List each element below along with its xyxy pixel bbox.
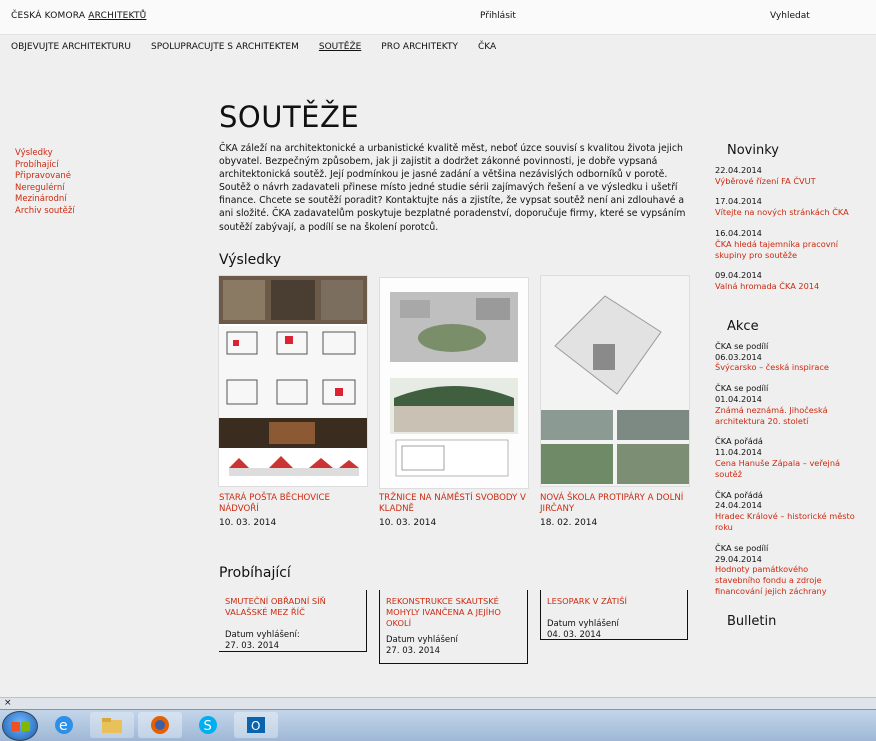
result-thumbnail-2[interactable] bbox=[379, 277, 529, 489]
nav-cka[interactable]: ČKA bbox=[478, 42, 496, 52]
event-item: ČKA se podílí 06.03.2014 Švýcarsko – čes… bbox=[715, 341, 855, 373]
section-nav-neregulerni[interactable]: Neregulérní bbox=[15, 183, 75, 195]
top-bar: ČESKÁ KOMORA ARCHITEKTŮ Přihlásit Vyhled… bbox=[0, 0, 876, 35]
svg-text:e: e bbox=[59, 718, 68, 734]
news-link[interactable]: Vítejte na nových stránkách ČKA bbox=[715, 207, 855, 218]
ongoing-heading: Probíhající bbox=[219, 565, 291, 581]
event-link[interactable]: Cena Hanuše Zápala – veřejná soutěž bbox=[715, 458, 855, 480]
event-type: ČKA se podílí bbox=[715, 542, 769, 553]
ongoing-card-2[interactable]: REKONSTRUKCE SKAUTSKÉ MOHYLY IVANČENA A … bbox=[379, 590, 528, 664]
event-item: ČKA pořádá 24.04.2014 Hradec Králové – h… bbox=[715, 490, 855, 533]
events-heading: Akce bbox=[727, 318, 759, 334]
section-nav-archiv[interactable]: Archiv soutěží bbox=[15, 206, 75, 218]
ongoing-title-2[interactable]: REKONSTRUKCE SKAUTSKÉ MOHYLY IVANČENA A … bbox=[386, 596, 519, 629]
event-link[interactable]: Švýcarsko – česká inspirace bbox=[715, 362, 855, 373]
svg-text:O: O bbox=[251, 719, 260, 733]
ongoing-label-3: Datum vyhlášení bbox=[547, 619, 619, 629]
result-thumbnail-1[interactable] bbox=[218, 275, 368, 487]
right-sidebar: Novinky 22.04.2014 Výběrové řízení FA ČV… bbox=[715, 140, 855, 636]
main-nav: OBJEVUJTE ARCHITEKTURU SPOLUPRACUJTE S A… bbox=[11, 42, 496, 52]
news-date: 16.04.2014 bbox=[715, 227, 762, 238]
ongoing-label-1: Datum vyhlášení: bbox=[225, 630, 300, 640]
news-link[interactable]: Výběrové řízení FA ČVUT bbox=[715, 176, 855, 187]
svg-text:S: S bbox=[204, 719, 212, 734]
section-nav: Výsledky Probíhající Připravované Neregu… bbox=[15, 148, 75, 218]
windows-start-icon[interactable] bbox=[2, 711, 38, 741]
event-link[interactable]: Hradec Králové – historické město roku bbox=[715, 511, 855, 533]
skype-icon[interactable]: S bbox=[186, 712, 230, 738]
event-item: ČKA pořádá 11.04.2014 Cena Hanuše Zápala… bbox=[715, 436, 855, 479]
event-link[interactable]: Hodnoty památkového stavebního fondu a z… bbox=[715, 564, 855, 596]
section-nav-probihajici[interactable]: Probíhající bbox=[15, 160, 75, 172]
ongoing-date-3: 04. 03. 2014 bbox=[547, 630, 602, 640]
section-nav-mezinarodni[interactable]: Mezinárodní bbox=[15, 194, 75, 206]
news-date: 09.04.2014 bbox=[715, 270, 762, 281]
result-title-1[interactable]: STARÁ POŠTA BĚCHOVICE NÁDVOŘÍ bbox=[219, 493, 369, 515]
intro-paragraph: ČKA záleží na architektonické a urbanist… bbox=[219, 143, 686, 233]
site-logo[interactable]: ČESKÁ KOMORA ARCHITEKTŮ bbox=[11, 11, 146, 21]
ongoing-card-3[interactable]: LESOPARK V ZÁTIŠÍ Datum vyhlášení 04. 03… bbox=[540, 590, 688, 640]
result-title-2[interactable]: TRŽNICE NA NÁMĚSTÍ SVOBODY V KLADNĚ bbox=[379, 493, 529, 515]
result-title-3[interactable]: NOVÁ ŠKOLA PROTIPÁRY A DOLNÍ JIRČANY bbox=[540, 493, 690, 515]
event-type: ČKA pořádá bbox=[715, 436, 763, 447]
news-item: 17.04.2014 Vítejte na nových stránkách Č… bbox=[715, 196, 855, 218]
event-date: 01.04.2014 bbox=[715, 393, 762, 404]
results-heading: Výsledky bbox=[219, 252, 282, 268]
event-type: ČKA se podílí bbox=[715, 383, 769, 394]
file-explorer-icon[interactable] bbox=[90, 712, 134, 738]
outlook-icon[interactable]: O bbox=[234, 712, 278, 738]
firefox-icon[interactable] bbox=[138, 712, 182, 738]
result-date-3: 18. 02. 2014 bbox=[540, 518, 598, 528]
news-link[interactable]: Valná hromada ČKA 2014 bbox=[715, 281, 855, 292]
news-item: 09.04.2014 Valná hromada ČKA 2014 bbox=[715, 270, 855, 292]
ongoing-title-1[interactable]: SMUTEČNÍ OBŘADNÍ SÍŇ VALAŠSKÉ MEZ ŘÍČ bbox=[225, 596, 358, 618]
news-date: 17.04.2014 bbox=[715, 196, 762, 207]
bulletin-heading: Bulletin bbox=[727, 613, 777, 629]
search-link[interactable]: Vyhledat bbox=[770, 11, 810, 21]
result-date-1: 10. 03. 2014 bbox=[219, 518, 277, 528]
logo-text-part2: ARCHITEKTŮ bbox=[88, 11, 147, 21]
nav-souteze[interactable]: SOUTĚŽE bbox=[319, 42, 361, 52]
nav-spolupracujte[interactable]: SPOLUPRACUJTE S ARCHITEKTEM bbox=[151, 42, 299, 52]
ongoing-date-2: 27. 03. 2014 bbox=[386, 646, 441, 656]
ongoing-card-1[interactable]: SMUTEČNÍ OBŘADNÍ SÍŇ VALAŠSKÉ MEZ ŘÍČ Da… bbox=[219, 590, 367, 652]
login-link[interactable]: Přihlásit bbox=[480, 11, 516, 21]
windows-taskbar: e S O bbox=[0, 709, 876, 741]
section-nav-pripravovane[interactable]: Připravované bbox=[15, 171, 75, 183]
event-item: ČKA se podílí 01.04.2014 Známá neznámá. … bbox=[715, 383, 855, 426]
event-type: ČKA se podílí bbox=[715, 340, 769, 351]
ongoing-date-1: 27. 03. 2014 bbox=[225, 641, 280, 651]
nav-pro-architekty[interactable]: PRO ARCHITEKTY bbox=[381, 42, 458, 52]
result-thumbnail-3[interactable] bbox=[540, 275, 690, 487]
event-link[interactable]: Známá neznámá. Jihočeská architektura 20… bbox=[715, 405, 855, 427]
nav-objevujte[interactable]: OBJEVUJTE ARCHITEKTURU bbox=[11, 42, 131, 52]
status-close-icon[interactable]: × bbox=[4, 698, 12, 708]
site-plan-image bbox=[219, 276, 367, 486]
event-date: 24.04.2014 bbox=[715, 500, 762, 511]
news-date: 22.04.2014 bbox=[715, 164, 762, 175]
page-title: SOUTĚŽE bbox=[219, 100, 360, 134]
ongoing-label-2: Datum vyhlášení bbox=[386, 635, 458, 645]
news-item: 22.04.2014 Výběrové řízení FA ČVUT bbox=[715, 165, 855, 187]
event-item: ČKA se podílí 29.04.2014 Hodnoty památko… bbox=[715, 543, 855, 597]
news-item: 16.04.2014 ČKA hledá tajemníka pracovní … bbox=[715, 228, 855, 260]
event-date: 06.03.2014 bbox=[715, 351, 762, 362]
event-type: ČKA pořádá bbox=[715, 489, 763, 500]
market-square-image bbox=[380, 278, 528, 488]
ongoing-title-3[interactable]: LESOPARK V ZÁTIŠÍ bbox=[547, 596, 679, 607]
logo-text-part1: ČESKÁ KOMORA bbox=[11, 11, 86, 21]
school-plan-image bbox=[541, 276, 689, 486]
result-date-2: 10. 03. 2014 bbox=[379, 518, 437, 528]
event-date: 11.04.2014 bbox=[715, 447, 762, 458]
internet-explorer-icon[interactable]: e bbox=[42, 712, 86, 738]
news-heading: Novinky bbox=[727, 143, 779, 158]
news-link[interactable]: ČKA hledá tajemníka pracovní skupiny pro… bbox=[715, 239, 855, 261]
section-nav-vysledky[interactable]: Výsledky bbox=[15, 148, 75, 160]
event-date: 29.04.2014 bbox=[715, 553, 762, 564]
